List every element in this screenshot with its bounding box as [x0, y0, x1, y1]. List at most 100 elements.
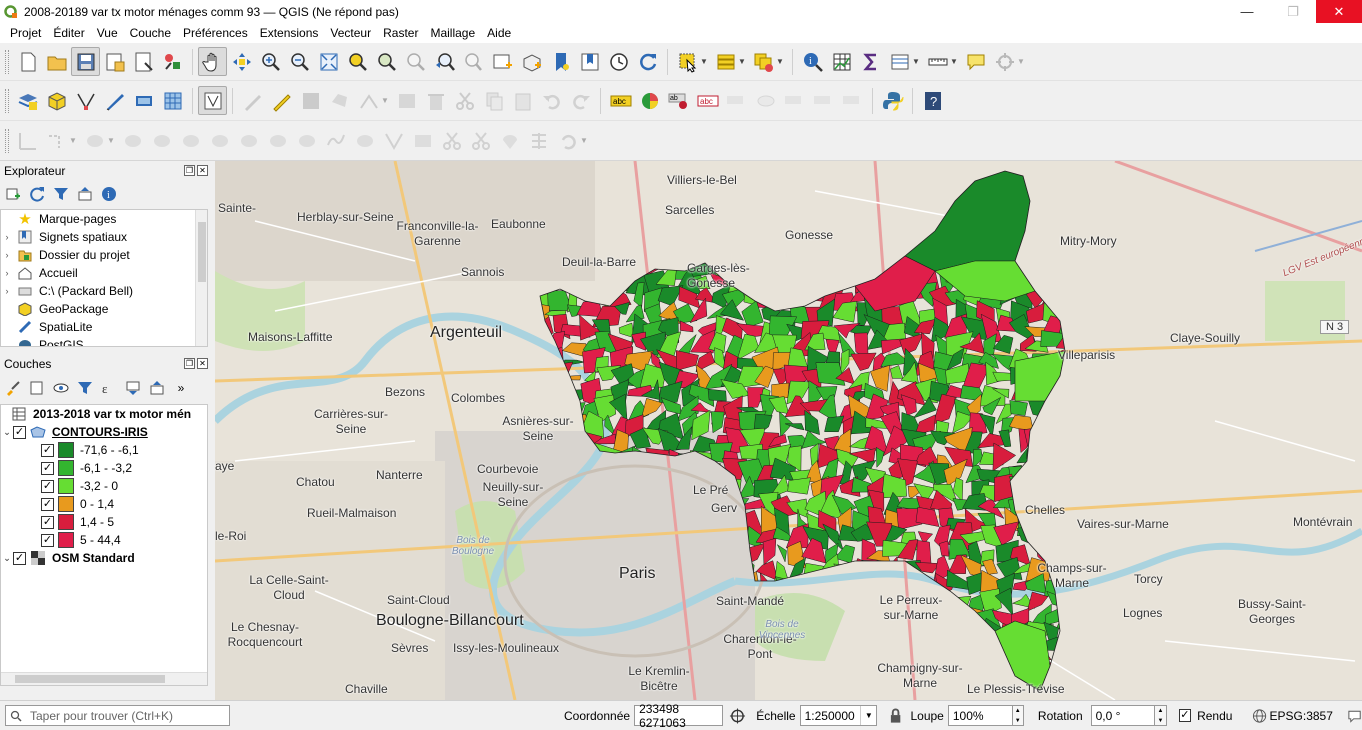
- iris-polygon[interactable]: [870, 563, 890, 585]
- zoom-selection-button[interactable]: [343, 47, 372, 76]
- iris-polygon[interactable]: [583, 218, 602, 243]
- iris-polygon[interactable]: [786, 586, 814, 608]
- iris-polygon[interactable]: [564, 626, 589, 647]
- new-3d-view-button[interactable]: [517, 47, 546, 76]
- iris-polygon[interactable]: [816, 171, 841, 194]
- iris-polygon[interactable]: [547, 203, 572, 231]
- iris-polygon[interactable]: [608, 506, 638, 531]
- modify-attributes-button[interactable]: [392, 86, 421, 115]
- iris-polygon[interactable]: [833, 598, 851, 609]
- iris-polygon[interactable]: [553, 493, 573, 519]
- iris-polygon[interactable]: [889, 161, 901, 178]
- iris-polygon[interactable]: [758, 223, 775, 235]
- iris-polygon[interactable]: [1055, 251, 1085, 277]
- iris-polygon[interactable]: [545, 401, 567, 414]
- new-map-view-button[interactable]: [488, 47, 517, 76]
- iris-polygon[interactable]: [1048, 201, 1069, 226]
- lock-icon[interactable]: [889, 708, 902, 724]
- iris-polygon[interactable]: [917, 622, 941, 643]
- iris-polygon[interactable]: [531, 346, 546, 373]
- iris-polygon[interactable]: [736, 571, 761, 594]
- virtual-layer-button[interactable]: [129, 86, 158, 115]
- iris-polygon[interactable]: [628, 221, 649, 248]
- iris-polygon[interactable]: [1060, 287, 1083, 312]
- iris-polygon[interactable]: [869, 191, 892, 216]
- iris-polygon[interactable]: [615, 223, 630, 243]
- iris-polygon[interactable]: [689, 218, 714, 240]
- iris-polygon[interactable]: [813, 689, 831, 700]
- globe-icon[interactable]: [1252, 708, 1267, 724]
- iris-polygon[interactable]: [832, 563, 858, 585]
- iris-polygon[interactable]: [580, 653, 606, 670]
- legend-class-row[interactable]: ✓ 5 - 44,4: [1, 531, 207, 549]
- magnifier-spinbox[interactable]: 100%: [947, 705, 1013, 726]
- adv-digitize-button[interactable]: [13, 126, 42, 155]
- undo-button[interactable]: [537, 86, 566, 115]
- iris-polygon[interactable]: [783, 204, 802, 228]
- iris-polygon[interactable]: [962, 641, 987, 660]
- toolbar-grip[interactable]: [5, 49, 9, 74]
- iris-polygon[interactable]: [713, 203, 728, 230]
- legend-class-row[interactable]: ✓ 1,4 - 5: [1, 513, 207, 531]
- iris-polygon[interactable]: [918, 178, 943, 193]
- iris-polygon[interactable]: [815, 362, 846, 386]
- iris-polygon[interactable]: [549, 585, 569, 612]
- explorer-filter-button[interactable]: [52, 185, 70, 203]
- iris-polygon[interactable]: [703, 539, 729, 560]
- iris-polygon[interactable]: [723, 192, 745, 210]
- iris-polygon[interactable]: [562, 575, 584, 597]
- menu-maillage[interactable]: Maillage: [424, 26, 481, 40]
- iris-polygon[interactable]: [529, 521, 553, 553]
- explorer-refresh-button[interactable]: [28, 185, 46, 203]
- iris-polygon[interactable]: [591, 603, 622, 631]
- iris-polygon[interactable]: [576, 464, 603, 487]
- iris-polygon[interactable]: [842, 626, 857, 646]
- iris-polygon[interactable]: [610, 178, 635, 188]
- iris-polygon[interactable]: [601, 585, 613, 612]
- iris-polygon[interactable]: [1058, 189, 1074, 207]
- vertex-add-button[interactable]: [379, 126, 408, 155]
- iris-polygon[interactable]: [599, 173, 618, 192]
- iris-polygon[interactable]: [539, 685, 554, 700]
- iris-polygon[interactable]: [744, 557, 755, 585]
- zoom-next-button[interactable]: [459, 47, 488, 76]
- iris-polygon[interactable]: [776, 543, 787, 563]
- iris-polygon[interactable]: [815, 258, 844, 279]
- iris-polygon[interactable]: [593, 219, 622, 245]
- iris-polygon[interactable]: [739, 237, 760, 263]
- iris-polygon[interactable]: [609, 210, 635, 231]
- iris-polygon[interactable]: [719, 670, 750, 691]
- digitize-line-button[interactable]: [100, 86, 129, 115]
- menu-vecteur[interactable]: Vecteur: [324, 26, 377, 40]
- iris-polygon[interactable]: [531, 659, 555, 677]
- iris-polygon[interactable]: [692, 620, 714, 644]
- tree-item-postgis[interactable]: PostGIS: [1, 336, 207, 346]
- iris-polygon[interactable]: [607, 618, 635, 648]
- edit-pencil-button[interactable]: [238, 86, 267, 115]
- help-button[interactable]: ?: [918, 86, 947, 115]
- iris-polygon[interactable]: [1066, 276, 1084, 288]
- iris-polygon[interactable]: [603, 510, 622, 534]
- iris-polygon[interactable]: [775, 694, 793, 700]
- iris-polygon[interactable]: [624, 173, 648, 200]
- iris-polygon[interactable]: [850, 685, 872, 700]
- iris-polygon[interactable]: [816, 642, 846, 658]
- copy-button[interactable]: [479, 86, 508, 115]
- refresh-button[interactable]: [633, 47, 662, 76]
- label-toolbar-button[interactable]: abc: [606, 86, 635, 115]
- iris-polygon[interactable]: [530, 189, 553, 210]
- locator-search[interactable]: Taper pour trouver (Ctrl+K): [5, 705, 230, 726]
- iris-polygon[interactable]: [595, 688, 619, 700]
- iris-polygon[interactable]: [836, 243, 861, 256]
- iris-polygon[interactable]: [698, 511, 717, 536]
- iris-polygon[interactable]: [627, 522, 645, 552]
- iris-polygon[interactable]: [583, 506, 606, 533]
- iris-polygon[interactable]: [559, 170, 586, 191]
- iris-polygon[interactable]: [613, 544, 635, 567]
- iris-polygon[interactable]: [674, 502, 700, 521]
- iris-polygon[interactable]: [868, 574, 889, 594]
- expand-icon[interactable]: ›: [1, 268, 13, 278]
- iris-polygon[interactable]: [810, 210, 825, 229]
- iris-polygon[interactable]: [841, 268, 861, 288]
- iris-polygon[interactable]: [695, 542, 711, 562]
